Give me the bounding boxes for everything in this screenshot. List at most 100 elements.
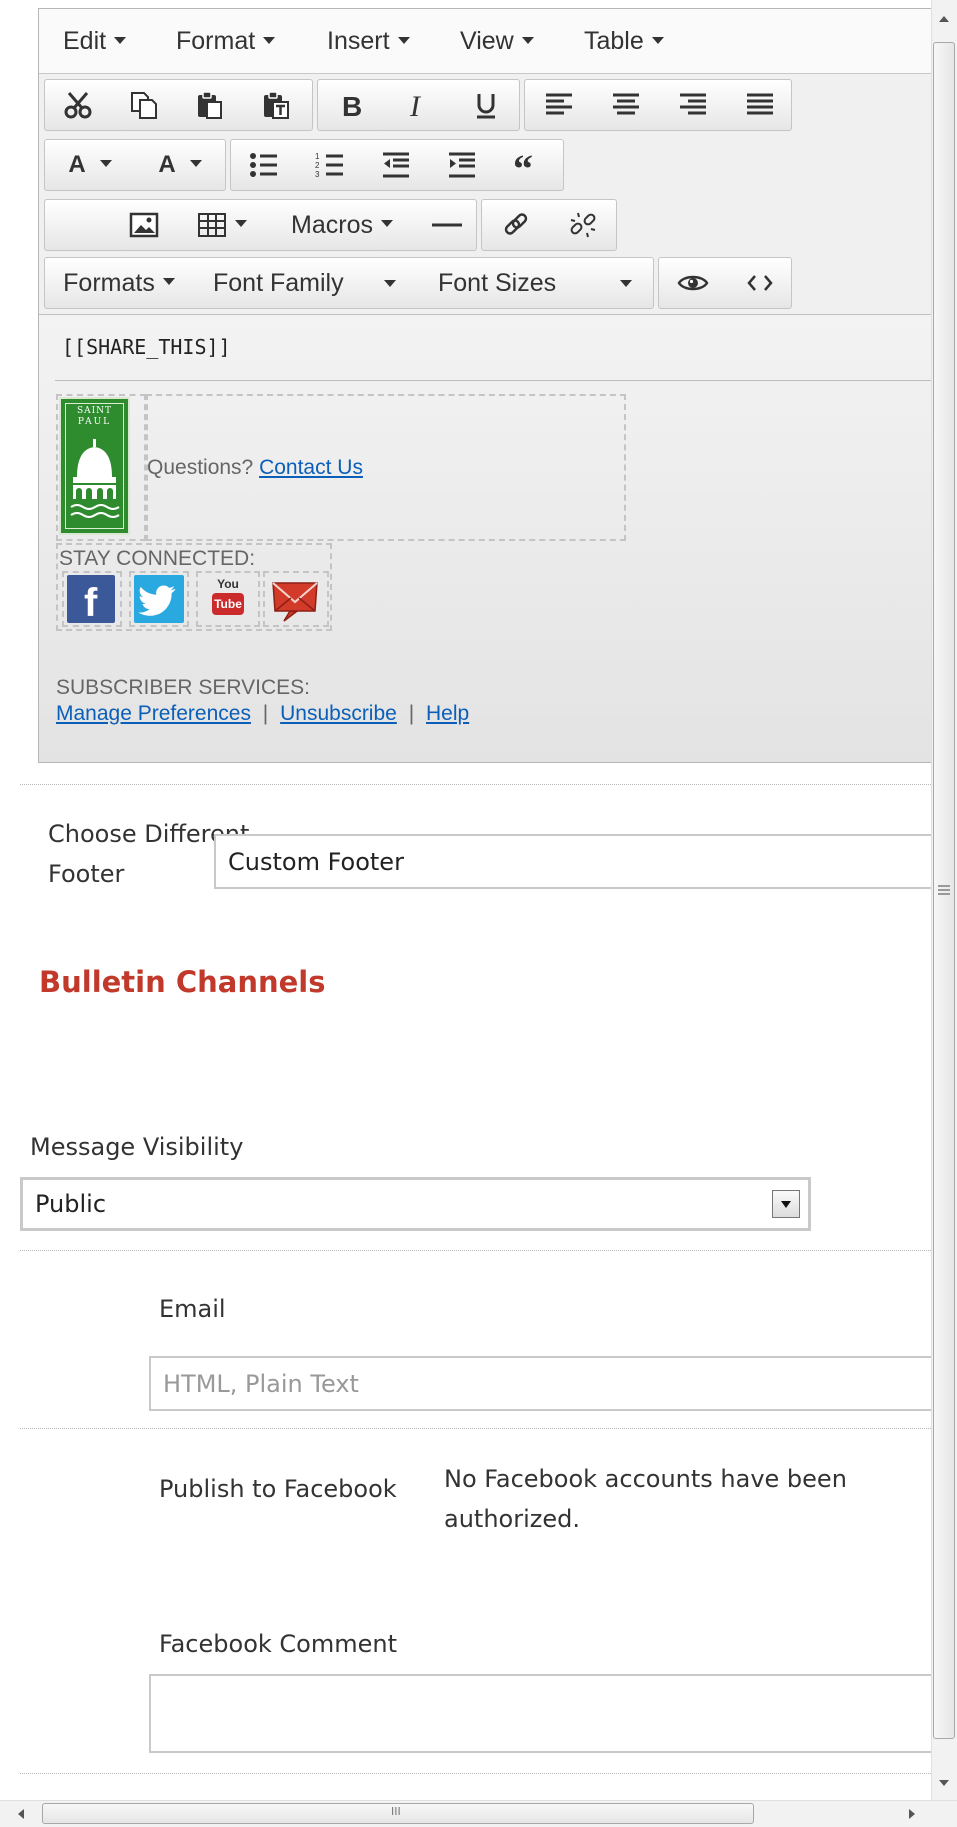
- menu-insert[interactable]: Insert: [327, 27, 410, 56]
- caret-down-icon: [114, 36, 127, 44]
- align-justify-button[interactable]: [726, 80, 793, 130]
- align-left-button[interactable]: [525, 80, 592, 130]
- bullet-list-button[interactable]: [231, 140, 297, 190]
- separator: |: [262, 702, 269, 725]
- email-format-placeholder: HTML, Plain Text: [163, 1369, 359, 1398]
- facebook-comment-label: Facebook Comment: [159, 1630, 397, 1658]
- svg-text:I: I: [409, 90, 422, 120]
- insert-table-button[interactable]: [177, 200, 267, 250]
- outdent-icon: [383, 152, 409, 178]
- message-visibility-select[interactable]: Public: [20, 1177, 811, 1231]
- paste-button[interactable]: [177, 80, 243, 130]
- caret-down-icon: [651, 36, 664, 44]
- numbered-list-button[interactable]: 123: [297, 140, 363, 190]
- section-divider: [20, 1428, 931, 1429]
- numbered-list-icon: 123: [315, 152, 343, 179]
- caret-down-icon: [235, 219, 247, 227]
- menu-format[interactable]: Format: [176, 27, 276, 56]
- text-color-label: A: [68, 151, 86, 178]
- vertical-scroll-thumb[interactable]: [933, 42, 955, 1739]
- choose-footer-label-line2: Footer: [48, 860, 125, 888]
- bg-color-button[interactable]: A: [135, 140, 225, 190]
- cut-button[interactable]: [45, 80, 111, 130]
- footer-select[interactable]: Custom Footer: [214, 834, 931, 889]
- youtube-you-text: You: [217, 577, 239, 591]
- unlink-icon: [570, 212, 595, 238]
- help-link[interactable]: Help: [426, 702, 469, 725]
- facebook-icon[interactable]: f: [67, 575, 115, 625]
- scroll-left-arrow[interactable]: [18, 1808, 28, 1820]
- content-divider: [55, 380, 931, 381]
- align-right-button[interactable]: [659, 80, 726, 130]
- facebook-status-text: No Facebook accounts have been: [444, 1465, 847, 1493]
- horizontal-rule-icon: [432, 223, 462, 227]
- text-color-button[interactable]: A: [45, 140, 135, 190]
- svg-text:B: B: [342, 91, 362, 120]
- publish-facebook-label: Publish to Facebook: [159, 1475, 397, 1503]
- youtube-icon[interactable]: You Tube: [208, 577, 248, 621]
- image-icon: [129, 212, 159, 238]
- link-icon: [504, 213, 527, 235]
- logo-text-saint: SAINT: [76, 406, 113, 416]
- cathedral-icon: [70, 439, 120, 518]
- scroll-up-arrow[interactable]: [937, 14, 951, 24]
- quote-icon: “: [513, 152, 533, 178]
- scroll-down-arrow[interactable]: [937, 1778, 951, 1788]
- source-code-button[interactable]: [726, 258, 793, 308]
- horizontal-rule-button[interactable]: [417, 200, 477, 250]
- preview-button[interactable]: [659, 258, 726, 308]
- menu-table[interactable]: Table: [584, 27, 664, 56]
- message-visibility-label: Message Visibility: [30, 1133, 244, 1161]
- alignment-group: [524, 79, 792, 131]
- dropdown-arrow-icon[interactable]: [772, 1190, 800, 1218]
- email-format-input[interactable]: HTML, Plain Text: [149, 1356, 931, 1411]
- separator: |: [408, 702, 415, 725]
- list-group: 123 “: [230, 139, 564, 191]
- align-center-button[interactable]: [592, 80, 659, 130]
- svg-text:3: 3: [315, 170, 320, 179]
- font-sizes-dropdown[interactable]: Font Sizes: [418, 258, 654, 308]
- copy-button[interactable]: [111, 80, 177, 130]
- insert-link-button[interactable]: [482, 200, 549, 250]
- manage-preferences-link[interactable]: Manage Preferences: [56, 702, 251, 725]
- font-family-dropdown[interactable]: Font Family: [193, 258, 418, 308]
- svg-text:“: “: [513, 152, 533, 178]
- formats-dropdown[interactable]: Formats: [45, 258, 193, 308]
- subscriber-links: Manage Preferences | Unsubscribe | Help: [56, 702, 469, 726]
- menu-view[interactable]: View: [460, 27, 534, 56]
- share-this-placeholder: [[SHARE_THIS]]: [62, 335, 231, 359]
- macros-dropdown[interactable]: Macros: [267, 200, 417, 250]
- scissors-icon: [64, 92, 92, 119]
- eye-icon: [677, 275, 708, 291]
- underline-button[interactable]: [452, 80, 519, 130]
- scroll-right-arrow[interactable]: [907, 1808, 917, 1820]
- contact-us-link[interactable]: Contact Us: [259, 456, 363, 479]
- menu-table-label: Table: [584, 27, 644, 55]
- bold-icon: B: [342, 91, 362, 120]
- italic-button[interactable]: I: [385, 80, 452, 130]
- caret-down-icon: [620, 280, 632, 287]
- twitter-icon[interactable]: [134, 575, 184, 623]
- blockquote-button[interactable]: “: [495, 140, 561, 190]
- paste-text-icon: [264, 91, 289, 119]
- caret-down-icon: [384, 280, 396, 287]
- horizontal-scroll-thumb[interactable]: III: [42, 1803, 754, 1824]
- align-center-icon: [612, 93, 639, 115]
- indent-icon: [449, 152, 475, 178]
- stay-connected-label: STAY CONNECTED:: [59, 547, 256, 570]
- bold-button[interactable]: B: [318, 80, 385, 130]
- subscriber-services-heading: SUBSCRIBER SERVICES:: [56, 676, 311, 699]
- underline-icon: [476, 94, 495, 119]
- outdent-button[interactable]: [363, 140, 429, 190]
- facebook-comment-textarea[interactable]: [149, 1674, 931, 1753]
- unlink-button[interactable]: [549, 200, 616, 250]
- section-divider: [20, 1773, 931, 1774]
- unsubscribe-link[interactable]: Unsubscribe: [280, 702, 397, 725]
- indent-button[interactable]: [429, 140, 495, 190]
- font-sizes-label: Font Sizes: [438, 268, 557, 297]
- youtube-tube-text: Tube: [212, 593, 244, 615]
- menu-edit[interactable]: Edit: [63, 27, 127, 56]
- menu-view-label: View: [460, 27, 514, 55]
- insert-image-button[interactable]: [111, 200, 177, 250]
- paste-text-button[interactable]: [243, 80, 309, 130]
